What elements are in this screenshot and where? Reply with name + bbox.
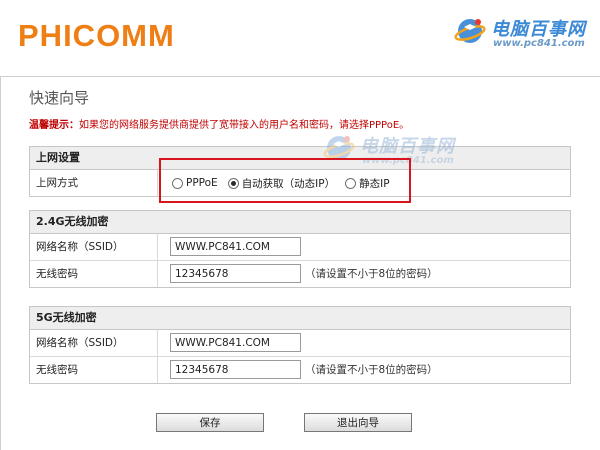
section-heading-internet: 上网设置 [30, 147, 570, 170]
wifi-24g-section: 2.4G无线加密 网络名称（SSID） 无线密码 （请设置不小于8位的密码） [29, 210, 571, 288]
exit-wizard-button[interactable]: 退出向导 [304, 413, 412, 432]
section-heading-wifi-5g: 5G无线加密 [30, 307, 570, 330]
radio-dhcp[interactable]: 自动获取（动态IP） [227, 176, 335, 191]
watermark: 电脑百事网 www.pc841.com [453, 14, 598, 54]
internet-settings-section: 上网设置 上网方式 PPPoE 自动获取（动态IP） 静态IP [29, 146, 571, 197]
radio-static-ip[interactable]: 静态IP [345, 176, 390, 191]
wifi-5g-password-label: 无线密码 [30, 357, 158, 383]
radio-dhcp-control[interactable] [227, 177, 239, 189]
wifi-5g-ssid-input[interactable] [170, 333, 301, 352]
radio-pppoe-control[interactable] [172, 177, 183, 189]
wifi-24g-ssid-row: 网络名称（SSID） [30, 234, 570, 261]
wifi-5g-password-row: 无线密码 （请设置不小于8位的密码） [30, 357, 570, 383]
section-heading-wifi-24g: 2.4G无线加密 [30, 211, 570, 234]
radio-static-ip-control[interactable] [345, 177, 357, 189]
hint-label: 温馨提示： [29, 120, 79, 131]
watermark-overlay: 电脑百事网 www.pc841.com [322, 131, 467, 171]
watermark-overlay-url: www.pc841.com [362, 155, 454, 166]
hint-message: 如果您的网络服务提供商提供了宽带接入的用户名和密码，请选择PPPoE。 [79, 120, 410, 131]
save-button[interactable]: 保存 [156, 413, 264, 432]
radio-static-ip-label[interactable]: 静态IP [359, 176, 389, 191]
watermark-overlay-logo-icon [323, 136, 355, 160]
internet-mode-radio-group: PPPoE 自动获取（动态IP） 静态IP [172, 170, 400, 196]
watermark-logo-icon [454, 19, 486, 43]
radio-dhcp-label[interactable]: 自动获取（动态IP） [242, 176, 335, 191]
wifi-24g-password-label: 无线密码 [30, 261, 158, 287]
internet-mode-row: 上网方式 PPPoE 自动获取（动态IP） 静态IP [30, 170, 570, 196]
wifi-24g-password-note: （请设置不小于8位的密码） [305, 268, 438, 280]
wifi-24g-ssid-input[interactable] [170, 237, 301, 256]
wifi-5g-section: 5G无线加密 网络名称（SSID） 无线密码 （请设置不小于8位的密码） [29, 306, 571, 384]
brand-logo: PHICOMM [18, 18, 175, 53]
hint-text: 温馨提示：如果您的网络服务提供商提供了宽带接入的用户名和密码，请选择PPPoE。 [29, 116, 409, 131]
main-content: 快速向导 温馨提示：如果您的网络服务提供商提供了宽带接入的用户名和密码，请选择P… [0, 77, 600, 450]
header-bar: PHICOMM 电脑百事网 www.pc841.com [0, 0, 600, 77]
wifi-24g-password-input[interactable] [170, 264, 301, 283]
radio-pppoe[interactable]: PPPoE [172, 177, 218, 189]
wifi-5g-password-input[interactable] [170, 360, 301, 379]
internet-mode-label: 上网方式 [30, 170, 158, 196]
watermark-url: www.pc841.com [493, 38, 585, 49]
wifi-5g-password-note: （请设置不小于8位的密码） [305, 364, 438, 376]
wifi-24g-password-row: 无线密码 （请设置不小于8位的密码） [30, 261, 570, 287]
wifi-5g-ssid-label: 网络名称（SSID） [30, 330, 158, 356]
wifi-5g-ssid-row: 网络名称（SSID） [30, 330, 570, 357]
radio-pppoe-label[interactable]: PPPoE [186, 177, 218, 189]
wifi-24g-ssid-label: 网络名称（SSID） [30, 234, 158, 260]
page-title: 快速向导 [29, 89, 90, 107]
